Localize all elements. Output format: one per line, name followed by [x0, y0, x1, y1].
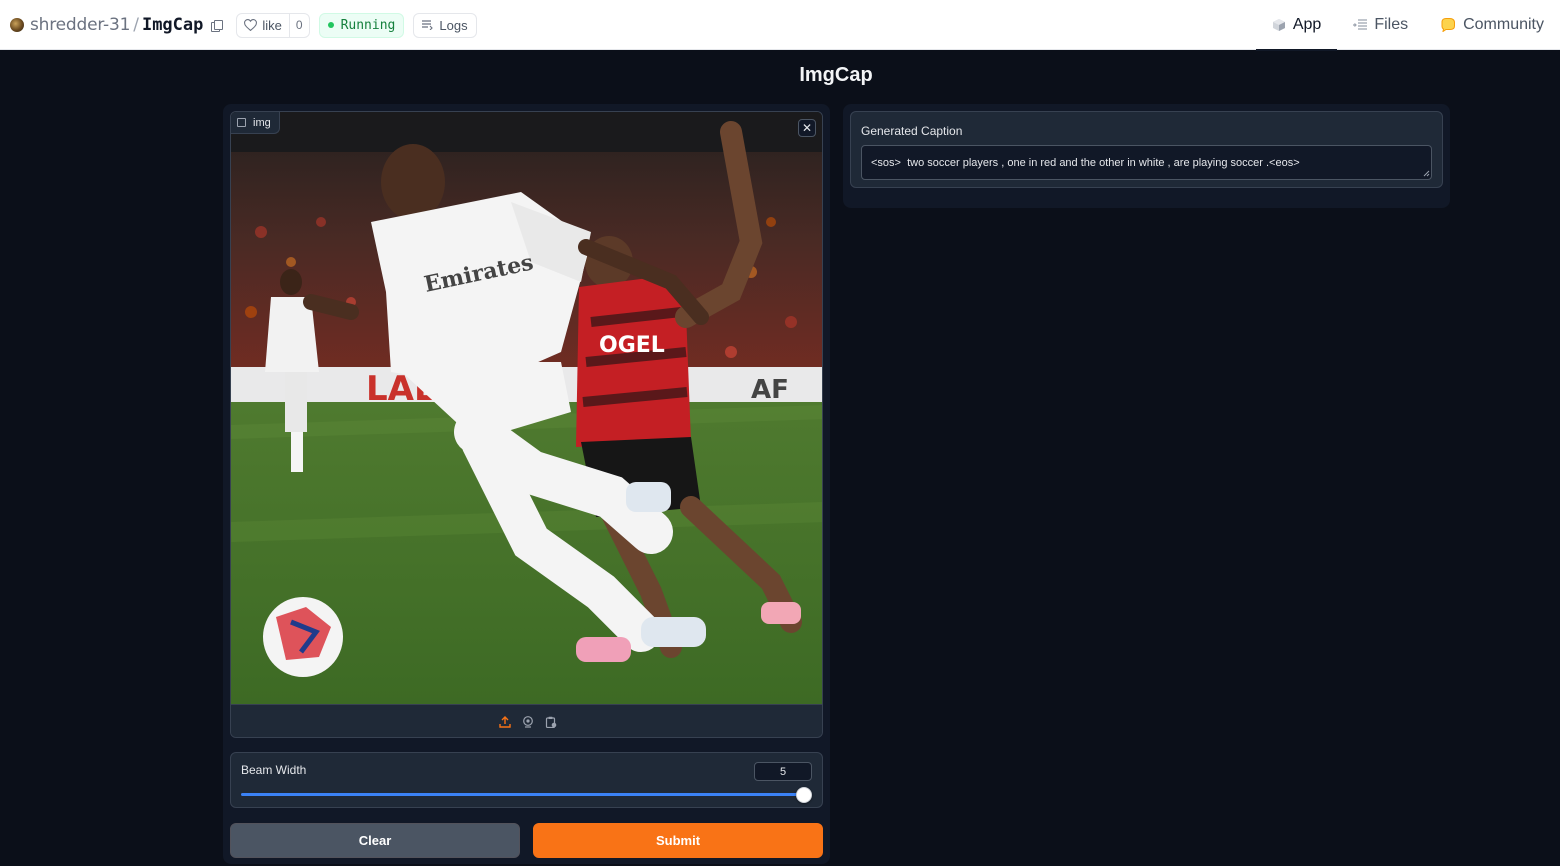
community-icon [1441, 18, 1456, 32]
output-panel: Generated Caption <sos> two soccer playe… [843, 104, 1450, 208]
heart-icon [244, 19, 258, 31]
slider-track[interactable] [241, 793, 805, 796]
clipboard-icon[interactable] [544, 715, 558, 729]
tab-files[interactable]: Files [1337, 0, 1424, 50]
close-icon: ✕ [801, 121, 813, 135]
caption-textbox[interactable]: <sos> two soccer players , one in red an… [861, 145, 1432, 180]
image-label-text: img [253, 116, 271, 129]
copy-icon[interactable] [211, 19, 224, 32]
caption-label: Generated Caption [861, 124, 963, 138]
like-label: like [262, 17, 282, 33]
svg-text:AF: AF [751, 375, 789, 405]
slider-thumb[interactable] [796, 787, 812, 803]
status-text: Running [340, 17, 396, 33]
app-title: ImgCap [799, 64, 873, 86]
space-tabs: App Files Community [1255, 0, 1560, 51]
input-panel: img ✕ AF OGEL Emirates Beam Width 5 Clea… [223, 104, 830, 864]
image-input-label: img [231, 112, 280, 134]
like-button[interactable]: like 0 [236, 12, 310, 38]
clear-button[interactable]: Clear [230, 823, 520, 858]
owner-avatar[interactable] [10, 18, 24, 32]
image-icon [237, 118, 246, 127]
breadcrumb-separator: / [133, 15, 139, 35]
svg-text:OGEL: OGEL [599, 333, 665, 358]
cube-icon [1272, 19, 1285, 31]
tab-community[interactable]: Community [1424, 0, 1560, 50]
uploaded-image: LALIG AF OGEL [231, 112, 822, 704]
logs-label: Logs [439, 17, 468, 33]
files-icon [1353, 19, 1368, 30]
beam-width-label: Beam Width [241, 763, 307, 777]
tab-app-label: App [1292, 16, 1322, 33]
beam-width-slider-block: Beam Width 5 [230, 752, 823, 808]
status-badge: Running [318, 12, 405, 38]
upload-icon[interactable] [498, 715, 512, 729]
status-dot-icon [327, 22, 334, 28]
logs-button[interactable]: Logs [413, 12, 477, 38]
tab-community-label: Community [1463, 16, 1544, 33]
logs-icon [422, 20, 434, 30]
space-breadcrumb: shredder-31 / ImgCap like 0 Running Logs [10, 0, 477, 50]
submit-button[interactable]: Submit [533, 823, 823, 858]
owner-name[interactable]: shredder-31 [30, 15, 130, 35]
image-input[interactable]: img ✕ AF OGEL Emirates [230, 111, 823, 738]
image-source-bar [231, 704, 822, 737]
beam-width-number-input[interactable]: 5 [754, 762, 812, 781]
tab-files-label: Files [1374, 16, 1409, 33]
caption-output-block: Generated Caption <sos> two soccer playe… [850, 111, 1443, 188]
space-name[interactable]: ImgCap [142, 15, 203, 35]
space-header: shredder-31 / ImgCap like 0 Running Logs… [0, 0, 1560, 51]
resize-grip-icon[interactable] [1423, 170, 1430, 177]
tab-app[interactable]: App [1255, 0, 1338, 51]
clear-image-button[interactable]: ✕ [798, 119, 816, 137]
like-count: 0 [288, 13, 309, 37]
webcam-icon[interactable] [521, 715, 535, 729]
